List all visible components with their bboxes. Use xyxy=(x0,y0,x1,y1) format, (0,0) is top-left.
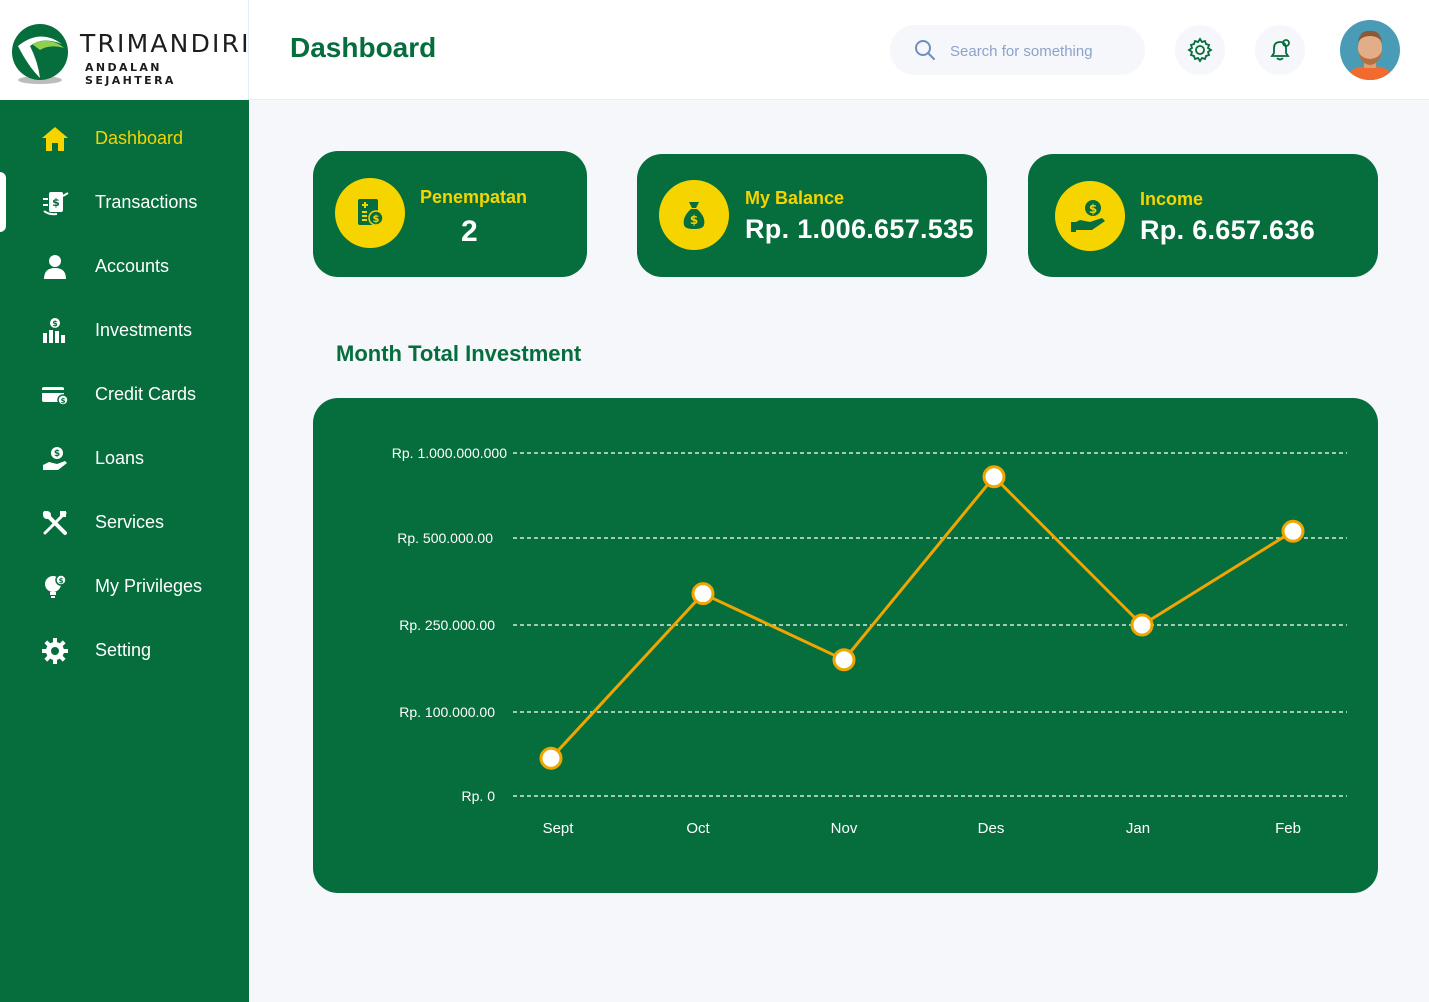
document-money-icon: $ xyxy=(335,178,405,248)
x-tick-label: Oct xyxy=(686,820,710,837)
sidebar-item-label: Accounts xyxy=(95,256,170,276)
sidebar-item-label: Services xyxy=(95,512,165,532)
hand-money-icon: $ xyxy=(1055,181,1125,251)
sidebar-item-setting[interactable]: Setting xyxy=(0,618,249,682)
home-icon xyxy=(40,124,70,154)
user-avatar-icon xyxy=(1340,20,1400,80)
data-point xyxy=(982,465,1006,489)
gear-icon xyxy=(40,636,70,666)
data-point xyxy=(539,746,563,770)
search-bar xyxy=(890,25,1145,75)
balance-value: Rp. 1.006.657.535 xyxy=(745,214,974,244)
y-tick-label: Rp. 0 xyxy=(462,788,496,804)
user-icon xyxy=(40,252,70,282)
brand-tagline: ANDALAN SEJAHTERA xyxy=(85,61,176,87)
svg-text:$: $ xyxy=(61,397,66,405)
sidebar-item-label: My Privileges xyxy=(95,576,203,596)
data-point xyxy=(832,648,856,672)
notifications-button[interactable] xyxy=(1255,25,1305,75)
sidebar-item-services[interactable]: Services xyxy=(0,490,249,554)
income-label: Income xyxy=(1140,189,1204,209)
series-line xyxy=(549,475,1294,760)
investment-icon: $ xyxy=(40,316,70,346)
income-value: Rp. 6.657.636 xyxy=(1140,215,1316,245)
sidebar-item-my-privileges[interactable]: $ My Privileges xyxy=(0,554,249,618)
penempatan-card: $ Penempatan 2 xyxy=(313,151,587,277)
chart-title: Month Total Investment xyxy=(336,341,582,366)
data-point xyxy=(1281,519,1305,543)
svg-text:$: $ xyxy=(59,577,64,585)
x-tick-label: Feb xyxy=(1275,820,1301,837)
income-card: $ Income Rp. 6.657.636 xyxy=(1028,154,1378,277)
svg-text:$: $ xyxy=(52,196,60,209)
search-icon xyxy=(915,40,935,60)
sidebar-item-dashboard[interactable]: Dashboard xyxy=(0,106,249,170)
svg-text:$: $ xyxy=(52,319,58,328)
penempatan-label: Penempatan xyxy=(420,187,528,207)
sidebar-item-label: Investments xyxy=(95,320,193,340)
tools-icon xyxy=(40,508,70,538)
bell-icon xyxy=(1270,39,1290,61)
sidebar-item-credit-cards[interactable]: $ Credit Cards xyxy=(0,362,249,426)
x-tick-label: Jan xyxy=(1126,820,1150,837)
sidebar-item-label: Transactions xyxy=(95,192,198,212)
balance-card: $ My Balance Rp. 1.006.657.535 xyxy=(637,154,987,277)
loan-icon: $ xyxy=(40,444,70,474)
settings-button[interactable] xyxy=(1175,25,1225,75)
avatar[interactable] xyxy=(1340,20,1400,80)
y-tick-label: Rp. 250.000.00 xyxy=(399,617,495,633)
data-point xyxy=(691,582,715,606)
svg-text:$: $ xyxy=(373,214,380,225)
penempatan-value: 2 xyxy=(461,215,478,248)
transfer-icon: $ xyxy=(40,188,70,218)
credit-card-icon: $ xyxy=(40,380,70,410)
y-tick-label: Rp. 100.000.00 xyxy=(399,704,495,720)
y-tick-label: Rp. 500.000.00 xyxy=(397,530,493,546)
sidebar-item-label: Dashboard xyxy=(95,128,184,148)
svg-text:$: $ xyxy=(1089,202,1097,216)
sidebar-item-label: Credit Cards xyxy=(95,384,197,404)
header: Dashboard xyxy=(249,0,1429,100)
y-tick-label: Rp. 1.000.000.000 xyxy=(392,445,507,461)
logo-icon xyxy=(12,24,68,84)
balance-label: My Balance xyxy=(745,188,845,208)
money-bag-icon: $ xyxy=(659,180,729,250)
x-tick-label: Des xyxy=(978,820,1005,837)
sidebar-item-loans[interactable]: $ Loans xyxy=(0,426,249,490)
lightbulb-icon: $ xyxy=(40,572,70,602)
sidebar-item-label: Loans xyxy=(95,448,145,468)
sidebar-item-investments[interactable]: $ Investments xyxy=(0,298,249,362)
sidebar-item-accounts[interactable]: Accounts xyxy=(0,234,249,298)
sidebar-item-label: Setting xyxy=(95,640,152,660)
page-title: Dashboard xyxy=(290,32,437,63)
logo: TRIMANDIRI ANDALAN SEJAHTERA xyxy=(0,0,249,100)
line-chart: Rp. 1.000.000.000 Rp. 500.000.00 Rp. 250.0… xyxy=(392,445,1347,837)
x-tick-label: Nov xyxy=(831,820,858,837)
search-input[interactable] xyxy=(948,38,1132,64)
brand-name: TRIMANDIRI xyxy=(80,29,251,58)
svg-text:$: $ xyxy=(54,449,60,459)
svg-text:$: $ xyxy=(690,213,698,227)
sidebar-nav: Dashboard $ Transactions Accounts $ Inve… xyxy=(0,106,249,682)
sidebar-item-transactions[interactable]: $ Transactions xyxy=(0,170,249,234)
sidebar: Dashboard $ Transactions Accounts $ Inve… xyxy=(0,0,249,1002)
gear-icon xyxy=(1187,37,1213,63)
investment-chart: Rp. 1.000.000.000 Rp. 500.000.00 Rp. 250.0… xyxy=(313,398,1378,893)
data-point xyxy=(1130,613,1154,637)
x-tick-label: Sept xyxy=(543,820,575,837)
